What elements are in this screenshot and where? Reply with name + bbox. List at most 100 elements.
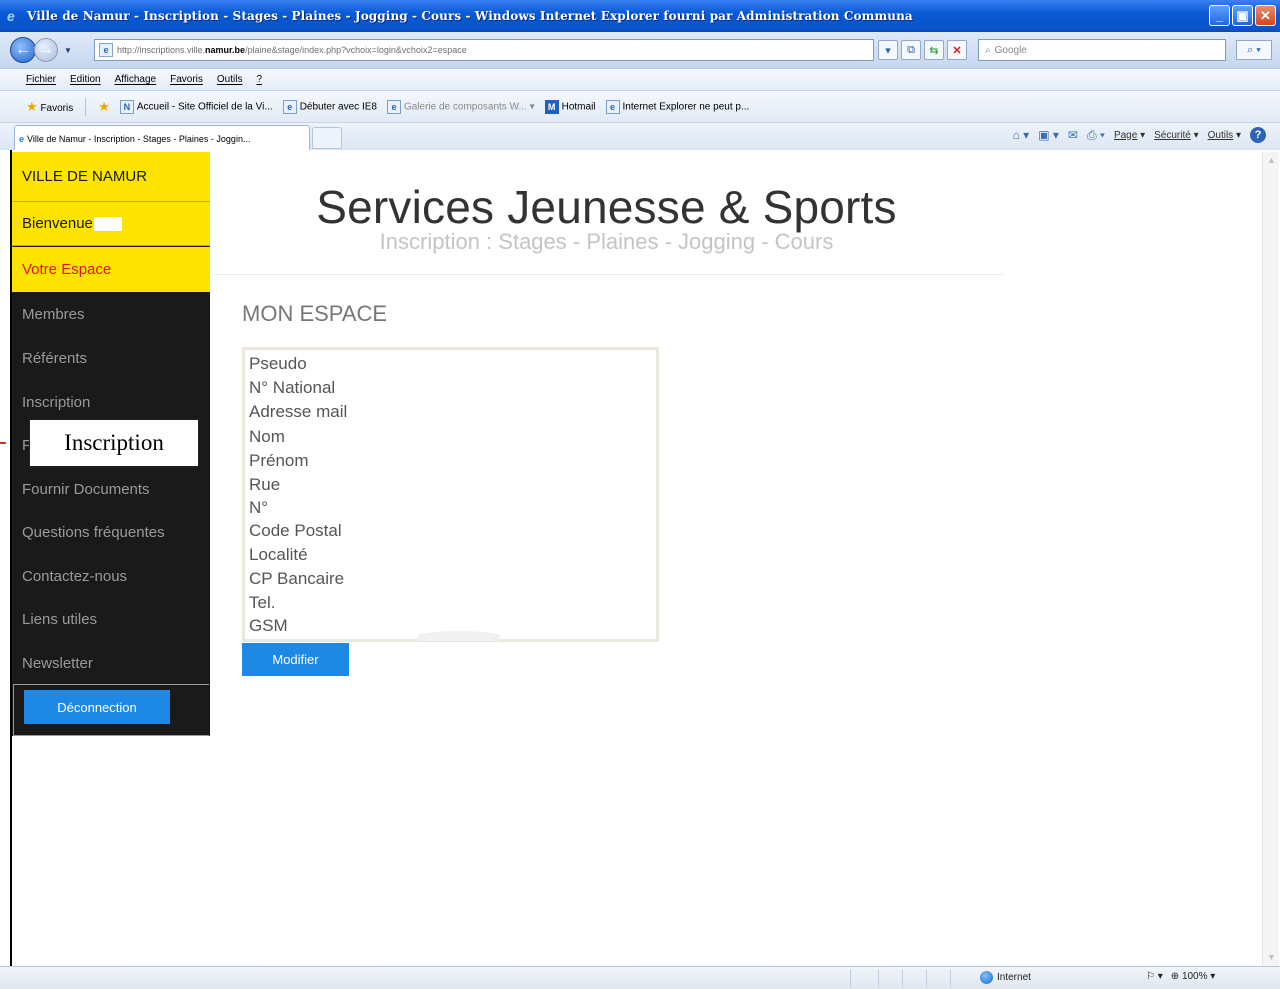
favorites-bar: ★ Favoris ★ N Accueil - Site Officiel de … [0,90,1280,122]
favorite-label: Galerie de composants W... [403,101,527,113]
forward-button[interactable]: → [34,38,58,62]
url-path: /plaine&stage/index.php?vchoix=login&vch… [245,45,467,55]
sidebar-welcome: Bienvenue [12,202,210,246]
zoom-control[interactable]: ⊕ 100% ▾ [1171,971,1216,982]
search-placeholder: Google [994,44,1027,56]
sidebar-item-referents[interactable]: Référents [12,336,210,380]
compatibility-view-icon[interactable]: ⧉ [901,40,921,60]
page-menu[interactable]: Page ▾ [1114,130,1145,141]
sidebar-item-membres[interactable]: Membres [12,292,210,336]
home-icon[interactable]: ⌂ ▾ [1013,128,1030,142]
field-label-pseudo: Pseudo [249,354,307,373]
search-button[interactable]: ⌕ ▾ [1236,40,1272,60]
ie-page-icon: e [605,99,620,114]
add-favorite-icon[interactable]: ★ [98,99,110,115]
status-divider [902,970,903,987]
sidebar-brand[interactable]: VILLE DE NAMUR [12,152,210,202]
search-input[interactable]: ⌕ Google [978,39,1226,61]
security-menu[interactable]: Sécurité ▾ [1154,130,1199,141]
history-dropdown-icon[interactable]: ▼ [64,46,72,55]
scroll-down-icon[interactable]: ▼ [1265,951,1278,964]
minimize-button[interactable]: _ [1209,5,1230,26]
feeds-icon[interactable]: ▣ ▾ [1038,128,1059,142]
logout-button[interactable]: Déconnection [24,690,170,724]
ie-tab-icon: e [19,133,25,144]
field-label-code-postal: Code Postal [249,521,342,540]
sidebar-item-newsletter[interactable]: Newsletter [12,641,210,685]
section-title: MON ESPACE [242,301,388,326]
field-label-national: N° National [249,378,336,397]
tab-label: Ville de Namur - Inscription - Stages - … [27,133,251,144]
print-icon[interactable]: ⎙ ▾ [1087,128,1105,143]
sidebar-item-contact[interactable]: Contactez-nous [12,554,210,598]
security-menu-label: Sécurité [1154,129,1191,141]
favorite-link-debuter[interactable]: e Débuter avec IE8 [282,99,377,114]
new-tab-button[interactable] [312,127,342,149]
mail-icon[interactable]: ✉ [1068,128,1078,142]
tools-menu-label: Outils [1207,129,1234,141]
vertical-scrollbar[interactable]: ▲ ▼ [1262,152,1279,966]
menu-affichage[interactable]: Affichage [115,74,157,85]
sidebar-item-liens-utiles[interactable]: Liens utiles [12,597,210,641]
help-icon[interactable]: ? [1250,127,1266,143]
menu-fichier[interactable]: Fichier [26,74,56,85]
sidebar-item-label: Membres [22,305,85,323]
sidebar-item-label: Contactez-nous [22,567,128,585]
sidebar-welcome-label: Bienvenue [22,215,93,232]
globe-icon [980,971,993,984]
modify-button[interactable]: Modifier [242,643,349,676]
menu-help[interactable]: ? [256,74,262,85]
sidebar-item-label: Fournir Documents [22,480,150,498]
scroll-up-icon[interactable]: ▲ [1265,154,1278,167]
redacted-area [417,631,501,641]
sidebar-item-votre-espace[interactable]: Votre Espace [12,247,210,292]
field-label-nom: Nom [249,427,285,446]
search-icon: ⌕ [985,44,991,56]
logout-container: Déconnection [13,684,209,736]
close-button[interactable]: ✕ [1255,5,1276,26]
favorites-label: Favoris [40,102,74,114]
page-title: Services Jeunesse & Sports [316,181,897,233]
sidebar-item-questions[interactable]: Questions fréquentes [12,510,210,554]
url-domain: namur.be [205,45,246,55]
status-divider [878,970,879,987]
redacted-username [93,216,122,231]
sidebar-item-label: Référents [22,349,88,367]
tooltip-pointer [0,442,6,444]
security-zone[interactable]: Internet [980,971,1031,984]
status-divider [850,970,851,987]
page-subtitle: Inscription : Stages - Plaines - Jogging… [379,229,834,254]
field-label-localite: Localité [249,545,308,564]
stop-icon[interactable]: ✕ [947,40,967,60]
restore-button[interactable]: ▣ [1232,5,1253,26]
favorite-link-galerie[interactable]: e Galerie de composants W... ▾ [386,99,535,114]
menu-edition[interactable]: Edition [70,74,101,85]
tab-ville-de-namur[interactable]: e Ville de Namur - Inscription - Stages … [14,125,310,151]
favorite-link-accueil[interactable]: N Accueil - Site Officiel de la Vi... [119,99,273,114]
tooltip-inscription: Inscription [29,419,199,467]
protected-mode-icon[interactable]: ⚐ ▾ [1146,971,1163,982]
field-label-gsm: GSM [249,616,288,635]
sidebar-item-label: Liens utiles [22,610,98,628]
favorite-label: Accueil - Site Officiel de la Vi... [136,101,273,113]
favorites-separator [85,97,87,116]
status-tools: ⚐ ▾ ⊕ 100% ▾ [1146,971,1215,982]
address-dropdown-icon[interactable]: ▾ [878,40,898,60]
window-title-bar: e Ville de Namur - Inscription - Stages … [0,0,1280,32]
header-divider [214,274,1003,275]
menu-favoris[interactable]: Favoris [170,74,203,85]
favorites-button[interactable]: ★ Favoris [26,99,73,115]
sidebar-item-fournir-documents[interactable]: Fournir Documents [12,467,210,511]
ie-page-icon: e [386,99,401,114]
back-button[interactable]: ← [10,37,36,63]
sidebar-item-inscription[interactable]: Inscription [12,380,210,424]
favorite-link-ie-error[interactable]: e Internet Explorer ne peut p... [605,99,749,114]
field-label-email: Adresse mail [249,402,348,421]
menu-outils[interactable]: Outils [217,74,243,85]
favorite-link-hotmail[interactable]: M Hotmail [544,99,596,114]
tools-menu[interactable]: Outils ▾ [1208,130,1241,141]
field-label-rue: Rue [249,475,281,494]
address-input[interactable]: e http://inscriptions.ville. namur.be/pla… [94,39,874,61]
tab-bar: e Ville de Namur - Inscription - Stages … [0,122,1280,151]
refresh-icon[interactable]: ⇆ [924,40,944,60]
